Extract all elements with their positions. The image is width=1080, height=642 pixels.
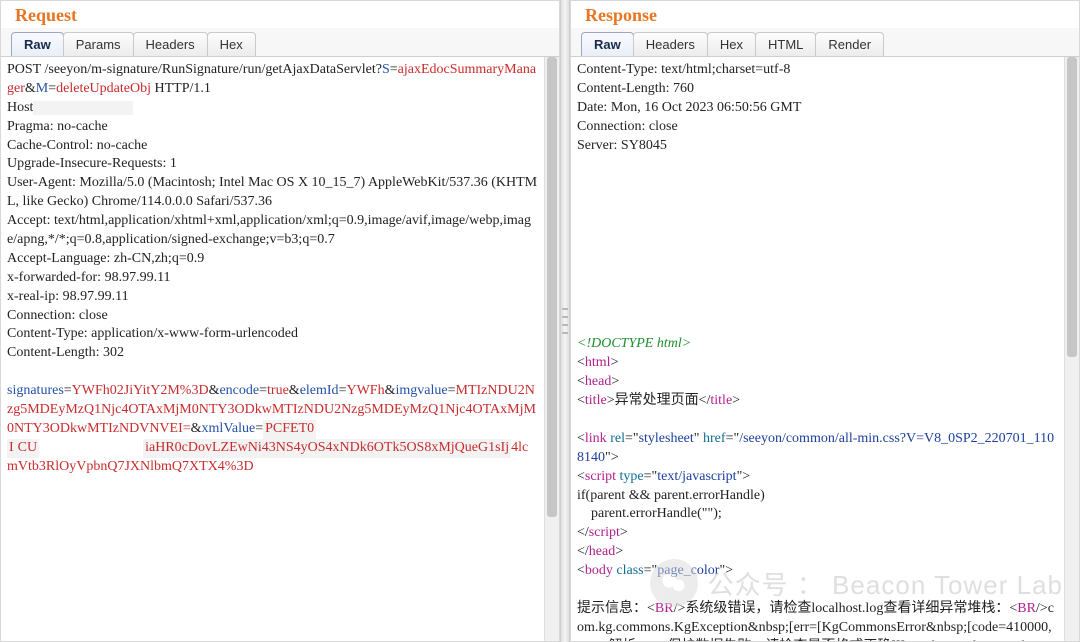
- attr-class: class: [616, 563, 643, 578]
- param-key-s: S: [382, 62, 390, 77]
- attr-rel: rel: [610, 431, 625, 446]
- header-accept-language: Accept-Language: zh-CN,zh;q=0.9: [7, 251, 204, 266]
- tag-link: link: [585, 431, 607, 446]
- resp-date: Date: Mon, 16 Oct 2023 06:50:56 GMT: [577, 100, 801, 115]
- body-key-elemid: elemId: [300, 383, 339, 398]
- header-connection: Connection: close: [7, 308, 108, 323]
- tag-br3: BR: [913, 639, 932, 641]
- body-val-xmlvalue-l1: PCFET0: [263, 420, 316, 439]
- resp-server: Server: SY8045: [577, 138, 667, 153]
- http-version: HTTP/1.1: [151, 81, 211, 96]
- header-content-type: Content-Type: application/x-www-form-url…: [7, 326, 298, 341]
- tag-html-open: html: [585, 355, 611, 370]
- amp: &: [385, 383, 396, 398]
- header-accept: Accept: text/html,application/xhtml+xml,…: [7, 213, 531, 247]
- tag-title-open: title: [585, 393, 607, 408]
- tab-hex[interactable]: Hex: [207, 32, 256, 56]
- header-x-real-ip: x-real-ip: 98.97.99.11: [7, 289, 129, 304]
- split-container: Request Raw Params Headers Hex POST /see…: [0, 0, 1080, 642]
- tab-resp-hex[interactable]: Hex: [707, 32, 756, 56]
- body-key-encode: encode: [219, 383, 259, 398]
- header-host-label: Host: [7, 100, 33, 115]
- response-pane: Response Raw Headers Hex HTML Render Con…: [570, 0, 1080, 642]
- html-doctype: <!DOCTYPE html>: [577, 336, 691, 351]
- http-method: POST: [7, 62, 41, 77]
- amp: &: [209, 383, 220, 398]
- tag-head-open: head: [585, 374, 611, 389]
- header-x-forwarded-for: x-forwarded-for: 98.97.99.11: [7, 270, 171, 285]
- response-raw-content[interactable]: Content-Type: text/html;charset=utf-8 Co…: [571, 57, 1064, 641]
- tab-resp-html[interactable]: HTML: [755, 32, 816, 56]
- header-content-length: Content-Length: 302: [7, 345, 124, 360]
- redacted-host: [33, 101, 133, 115]
- tab-params[interactable]: Params: [63, 32, 134, 56]
- tag-script-open: script: [585, 469, 616, 484]
- tab-raw[interactable]: Raw: [11, 32, 64, 56]
- response-tabbar: Raw Headers Hex HTML Render: [571, 28, 1079, 57]
- response-header-block: Content-Type: text/html;charset=utf-8 Co…: [577, 61, 1058, 155]
- request-scrollbar[interactable]: [544, 57, 559, 641]
- split-divider[interactable]: [560, 0, 570, 642]
- request-raw-content[interactable]: POST /seeyon/m-signature/RunSignature/ru…: [1, 57, 544, 641]
- tag-br1: BR: [655, 601, 674, 616]
- html-title-text: 异常处理页面: [615, 393, 699, 408]
- tab-resp-headers[interactable]: Headers: [633, 32, 708, 56]
- gt: >: [611, 450, 619, 465]
- body-val-elemid: YWFh: [346, 383, 384, 398]
- attr-href: href: [703, 431, 726, 446]
- tag-head-close: head: [589, 544, 615, 559]
- header-user-agent: User-Agent: Mozilla/5.0 (Macintosh; Inte…: [7, 175, 537, 209]
- tag-title-close: title: [710, 393, 732, 408]
- header-cache: Cache-Control: no-cache: [7, 138, 147, 153]
- resp-content-length: Content-Length: 760: [577, 81, 694, 96]
- tag-script-close: script: [589, 525, 620, 540]
- amp: &: [191, 421, 202, 436]
- attr-rel-val: stylesheet: [639, 431, 694, 446]
- js-if-line: if(parent && parent.errorHandle): [577, 488, 765, 503]
- scrollbar-thumb[interactable]: [1067, 57, 1077, 357]
- body-val-imgvalue-l3: Y3ODkwMTIzNDVNVEI=: [33, 421, 191, 436]
- body-key-imgvalue: imgvalue: [395, 383, 447, 398]
- param-key-m: M: [36, 81, 48, 96]
- header-pragma: Pragma: no-cache: [7, 119, 108, 134]
- tip-line1: 系统级错误，请检查localhost.log查看详细异常堆栈：: [685, 601, 1009, 616]
- request-pane: Request Raw Params Headers Hex POST /see…: [0, 0, 560, 642]
- tag-br2: BR: [1017, 601, 1036, 616]
- tab-headers[interactable]: Headers: [133, 32, 208, 56]
- body-val-encode: true: [267, 383, 289, 398]
- tip-prefix: 提示信息：: [577, 601, 647, 616]
- response-title: Response: [571, 1, 1079, 28]
- request-tabbar: Raw Params Headers Hex: [1, 28, 559, 57]
- response-scrollbar[interactable]: [1064, 57, 1079, 641]
- body-val-xmlvalue-l1b: I: [7, 439, 16, 458]
- js-call-line: parent.errorHandle("");: [577, 506, 722, 521]
- resp-connection: Connection: close: [577, 119, 678, 134]
- body-key-signatures: signatures: [7, 383, 64, 398]
- header-upgrade: Upgrade-Insecure-Requests: 1: [7, 156, 177, 171]
- tab-resp-render[interactable]: Render: [815, 32, 884, 56]
- request-title: Request: [1, 1, 559, 28]
- attr-class-val: page_color: [657, 563, 719, 578]
- tab-resp-raw[interactable]: Raw: [581, 32, 634, 56]
- attr-type: type: [620, 469, 644, 484]
- attr-type-val: text/javascript: [657, 469, 736, 484]
- body-val-signatures: YWFh02JiYitY2M%3D: [72, 383, 209, 398]
- scrollbar-thumb[interactable]: [547, 57, 557, 517]
- amp: &: [289, 383, 300, 398]
- param-val-m: deleteUpdateObj: [56, 81, 151, 96]
- resp-content-type: Content-Type: text/html;charset=utf-8: [577, 62, 790, 77]
- http-path: /seeyon/m-signature/RunSignature/run/get…: [44, 62, 381, 77]
- tag-body-open: body: [585, 563, 613, 578]
- body-val-xmlvalue-l2a: CU: [16, 439, 39, 458]
- body-val-xmlvalue-l2b: iaHR0cDovLZEwNi43NS4yOS4xNDk6OTk5OS8xMjQ…: [143, 439, 511, 458]
- body-key-xmlvalue: xmlValue: [202, 421, 256, 436]
